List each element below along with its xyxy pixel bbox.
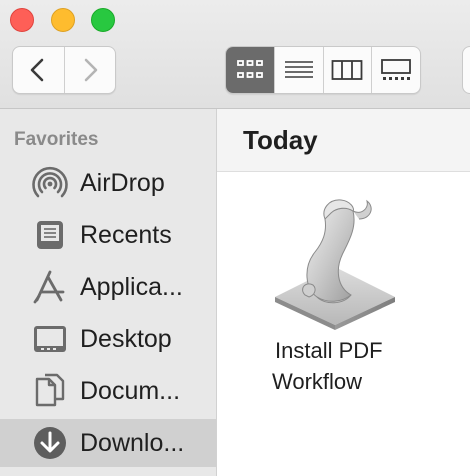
section-title: Today	[243, 125, 318, 155]
sidebar-item-desktop[interactable]: Desktop	[0, 315, 216, 363]
sidebar-item-applications[interactable]: Applica...	[0, 263, 216, 311]
gallery-view-button[interactable]	[371, 47, 420, 93]
sidebar-item-label: Docum...	[80, 376, 181, 405]
sidebar-item-label: AirDrop	[80, 168, 165, 197]
columns-icon	[331, 60, 363, 80]
view-mode-selector	[225, 46, 421, 94]
sidebar: Favorites AirDrop Recents Applica... Des…	[0, 109, 217, 476]
list-view-button[interactable]	[273, 47, 323, 93]
section-header: Today	[217, 109, 470, 172]
sidebar-item-label: Desktop	[80, 324, 172, 353]
list-icon	[284, 61, 313, 78]
downloads-icon	[30, 423, 70, 463]
sidebar-item-documents[interactable]: Docum...	[0, 367, 216, 415]
sidebar-heading: Favorites	[14, 129, 99, 150]
minimize-window-button[interactable]	[51, 8, 75, 32]
applications-icon	[30, 267, 70, 307]
chevron-right-icon	[84, 58, 98, 82]
zoom-window-button[interactable]	[91, 8, 115, 32]
icon-view-button[interactable]	[226, 47, 274, 93]
toolbar	[0, 0, 470, 109]
forward-button[interactable]	[63, 47, 116, 93]
more-toolbar-button[interactable]	[462, 46, 470, 94]
chevron-left-icon	[30, 58, 44, 82]
desktop-icon	[30, 319, 70, 359]
column-view-button[interactable]	[322, 47, 372, 93]
grid-icon	[236, 60, 263, 78]
sidebar-item-downloads[interactable]: Downlo...	[0, 419, 216, 467]
airdrop-icon	[30, 163, 70, 203]
file-name-line1: Install PDF	[275, 338, 383, 363]
navigation-buttons	[12, 46, 116, 94]
sidebar-item-label: Recents	[80, 220, 172, 249]
sidebar-item-airdrop[interactable]: AirDrop	[0, 159, 216, 207]
close-window-button[interactable]	[10, 8, 34, 32]
sidebar-item-recents[interactable]: Recents	[0, 211, 216, 259]
file-browser: Today Install PDF Workflow	[217, 109, 470, 476]
workflow-scroll-icon	[275, 199, 395, 330]
back-button[interactable]	[13, 47, 64, 93]
sidebar-item-label: Applica...	[80, 272, 183, 301]
gallery-icon	[381, 59, 412, 80]
recents-icon	[30, 215, 70, 255]
file-name: Install PDF Workflow	[257, 335, 417, 397]
file-name-line2: Workflow	[272, 369, 363, 394]
documents-icon	[30, 371, 70, 411]
sidebar-item-label: Downlo...	[80, 428, 185, 457]
file-item[interactable]: Install PDF Workflow	[257, 197, 417, 407]
